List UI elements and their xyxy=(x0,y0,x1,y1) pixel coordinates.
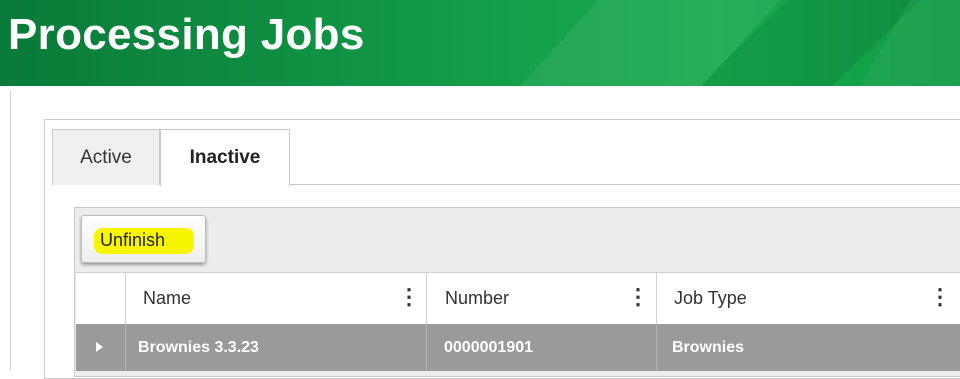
column-menu-icon[interactable]: ⋮ xyxy=(627,286,649,308)
divider xyxy=(10,90,11,371)
expander-column-header xyxy=(76,273,126,325)
expand-row-icon[interactable] xyxy=(96,342,103,352)
column-header-job-type-label: Job Type xyxy=(674,288,747,308)
divider xyxy=(290,184,960,185)
grid-header: Name ⋮ Number ⋮ Job Type ⋮ xyxy=(76,272,960,326)
unfinish-button-label: Unfinish xyxy=(100,230,166,250)
unfinish-button[interactable]: Unfinish xyxy=(81,215,206,263)
column-menu-icon[interactable]: ⋮ xyxy=(398,286,420,308)
cell-job-type: Brownies xyxy=(672,339,745,356)
column-header-name[interactable]: Name ⋮ xyxy=(126,273,426,325)
tab-inactive[interactable]: Inactive xyxy=(160,129,290,186)
tab-active-label: Active xyxy=(80,146,132,168)
column-separator xyxy=(125,324,126,371)
column-separator xyxy=(426,324,427,371)
page-header: Processing Jobs xyxy=(0,0,960,86)
column-header-name-label: Name xyxy=(143,288,192,308)
cell-name: Brownies 3.3.23 xyxy=(138,339,259,356)
table-row[interactable]: Brownies 3.3.23 0000001901 Brownies xyxy=(76,324,960,371)
column-header-number-label: Number xyxy=(445,288,510,308)
column-header-number[interactable]: Number ⋮ xyxy=(427,273,656,325)
column-menu-icon[interactable]: ⋮ xyxy=(929,286,951,308)
column-header-job-type[interactable]: Job Type ⋮ xyxy=(657,273,960,325)
page-title: Processing Jobs xyxy=(8,10,365,59)
cell-number: 0000001901 xyxy=(444,339,533,356)
tab-active[interactable]: Active xyxy=(52,129,160,185)
tab-inactive-label: Inactive xyxy=(189,147,261,168)
column-separator xyxy=(656,324,657,371)
